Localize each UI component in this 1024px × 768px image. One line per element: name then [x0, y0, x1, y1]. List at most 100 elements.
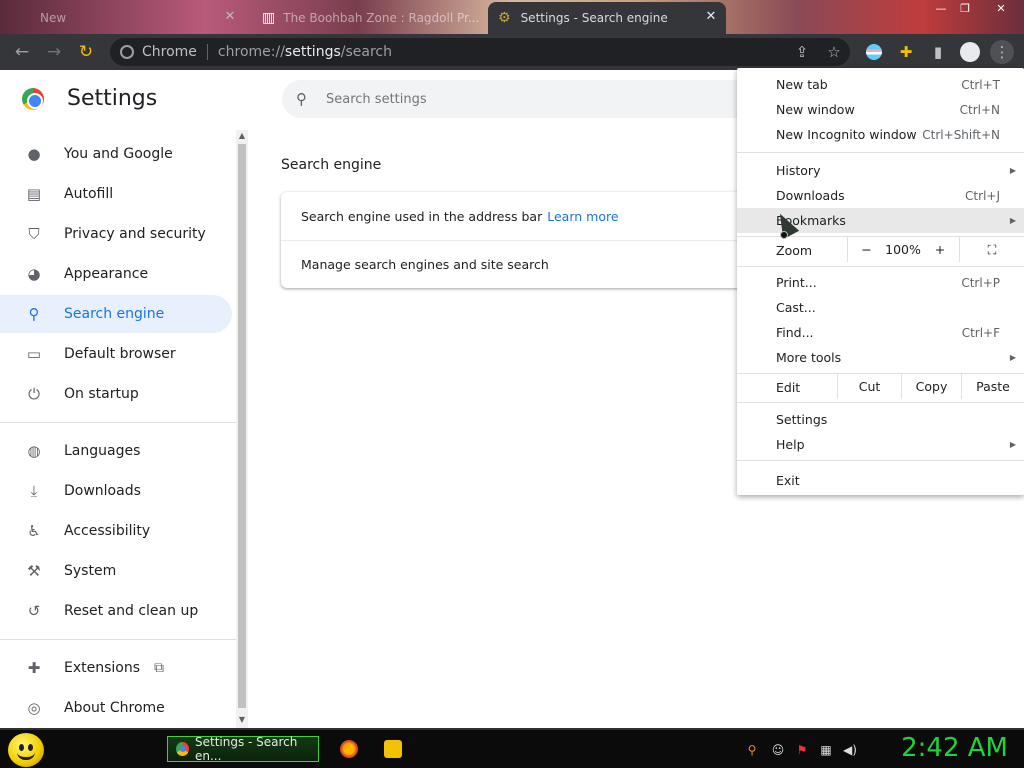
chevron-right-icon: ▶	[1009, 353, 1016, 362]
close-icon[interactable]: ✕	[704, 10, 718, 24]
sidebar-item-downloads[interactable]: ⤓ Downloads	[0, 472, 232, 510]
address-bar[interactable]: Chrome chrome://settings/search	[110, 38, 850, 66]
section-title: Search engine	[281, 157, 382, 173]
sidebar-item-label: Languages	[64, 443, 141, 459]
download-icon: ⤓	[30, 482, 38, 500]
sidebar-item-extensions[interactable]: ✚ Extensions ⧉	[0, 649, 232, 687]
chevron-right-icon: ▶	[1009, 216, 1016, 225]
page-title: Settings	[67, 86, 158, 111]
share-icon[interactable]: ⇪	[790, 40, 814, 64]
tab-strip: New ✕ ▥ The Boohbah Zone : Ragdoll Pr...…	[0, 0, 1024, 34]
search-engine-address-bar-row[interactable]: Search engine used in the address bar Le…	[281, 192, 751, 240]
menu-item-cast[interactable]: Cast...	[737, 295, 1024, 320]
zoom-in-button[interactable]: +	[921, 237, 959, 262]
tab-title: Settings - Search engine	[520, 11, 668, 25]
sidebar-item-autofill[interactable]: ▤ Autofill	[0, 175, 232, 213]
zoom-out-button[interactable]: −	[847, 237, 885, 262]
menu-item-new-incognito[interactable]: New Incognito window Ctrl+Shift+N	[737, 122, 1024, 147]
menu-item-exit[interactable]: Exit	[737, 468, 1024, 493]
flag-icon[interactable]: ⚑	[794, 742, 810, 758]
sidebar-item-languages[interactable]: ◍ Languages	[0, 432, 232, 470]
chrome-icon: ◎	[27, 699, 41, 717]
tab-title: The Boohbah Zone : Ragdoll Pr...	[283, 11, 480, 25]
back-arrow-icon[interactable]: ←	[10, 40, 34, 64]
sidebar-item-privacy[interactable]: ⛉ Privacy and security	[0, 215, 232, 253]
edit-label: Edit	[776, 380, 801, 395]
learn-more-link[interactable]: Learn more	[547, 209, 618, 224]
chevron-right-icon: ▶	[1009, 440, 1016, 449]
extensions-puzzle-icon[interactable]: ✚	[894, 40, 918, 64]
menu-item-new-tab[interactable]: New tab Ctrl+T	[737, 72, 1024, 97]
clipboard-icon: ▤	[26, 185, 42, 203]
menu-item-downloads[interactable]: Downloads Ctrl+J	[737, 183, 1024, 208]
firefox-icon[interactable]	[340, 740, 358, 758]
more-menu-icon[interactable]: ⋮	[990, 40, 1014, 64]
manage-search-engines-row[interactable]: Manage search engines and site search	[281, 240, 751, 288]
sidebar-divider	[0, 422, 236, 423]
tab-settings-search-engine[interactable]: ⚙ Settings - Search engine ✕	[488, 2, 726, 34]
start-smiley-icon[interactable]	[8, 733, 44, 767]
tab-boohbah-zone[interactable]: ▥ The Boohbah Zone : Ragdoll Pr...	[252, 2, 484, 34]
volume-icon[interactable]: ◀)	[842, 742, 858, 758]
menu-item-more-tools[interactable]: More tools ▶	[737, 345, 1024, 370]
sidebar-item-system[interactable]: ⚒ System	[0, 552, 232, 590]
menu-item-new-window[interactable]: New window Ctrl+N	[737, 97, 1024, 122]
sidebar-item-label: Appearance	[64, 266, 149, 282]
sidebar-item-label: Extensions	[64, 660, 141, 676]
taskbar-chrome-window[interactable]: Settings - Search en...	[167, 735, 319, 763]
sidebar-item-label: System	[64, 563, 117, 579]
url-text: chrome://settings/search	[217, 44, 392, 60]
clock: 2:42 AM	[901, 733, 1008, 763]
sidebar-item-default-browser[interactable]: ▭ Default browser	[0, 335, 232, 373]
network-icon[interactable]: ▦	[818, 742, 834, 758]
sidebar-item-on-startup[interactable]: ⏻ On startup	[0, 375, 232, 413]
forward-arrow-icon[interactable]: →	[42, 40, 66, 64]
tab-new[interactable]: New ✕	[30, 2, 245, 34]
smiley-tray-icon[interactable]: ☺	[770, 742, 786, 758]
paste-button[interactable]: Paste	[961, 374, 1024, 399]
sidebar-item-label: Autofill	[64, 186, 114, 202]
avatar[interactable]	[958, 40, 982, 64]
copy-button[interactable]: Copy	[901, 374, 961, 399]
side-panel-icon[interactable]: ▮	[926, 40, 950, 64]
menu-item-settings[interactable]: Settings	[737, 407, 1024, 432]
maximize-icon[interactable]: ❐	[954, 0, 976, 18]
shield-icon: ⛉	[28, 225, 40, 243]
minimize-icon[interactable]: —	[930, 0, 952, 18]
menu-zoom-row: Zoom − 100% + ⛶	[737, 237, 1024, 264]
folder-icon[interactable]	[384, 740, 402, 758]
menu-item-help[interactable]: Help ▶	[737, 432, 1024, 457]
sidebar-item-search-engine[interactable]: ⚲ Search engine	[0, 295, 232, 333]
menu-item-history[interactable]: History ▶	[737, 158, 1024, 183]
sidebar: ● You and Google ▤ Autofill ⛉ Privacy and s…	[0, 130, 236, 730]
scroll-down-arrow-icon[interactable]: ▼	[236, 714, 248, 726]
bookmark-star-icon[interactable]: ☆	[822, 40, 846, 64]
menu-item-find[interactable]: Find... Ctrl+F	[737, 320, 1024, 345]
scroll-up-arrow-icon[interactable]: ▲	[236, 130, 248, 142]
sidebar-item-label: Default browser	[64, 346, 176, 362]
palette-icon: ◕	[27, 265, 41, 283]
sidebar-item-reset[interactable]: ↺ Reset and clean up	[0, 592, 232, 630]
sidebar-item-accessibility[interactable]: ♿ Accessibility	[0, 512, 232, 550]
close-window-icon[interactable]: ✕	[990, 0, 1012, 18]
sidebar-item-label: Accessibility	[64, 523, 151, 539]
menu-divider	[737, 266, 1024, 267]
menu-item-print[interactable]: Print... Ctrl+P	[737, 270, 1024, 295]
sidebar-item-about-chrome[interactable]: ◎ About Chrome	[0, 689, 232, 727]
search-icon[interactable]: ⚲	[744, 742, 760, 758]
profile-flag-icon[interactable]	[862, 40, 886, 64]
menu-divider	[737, 152, 1024, 153]
site-label: Chrome	[142, 44, 197, 60]
menu-divider	[737, 460, 1024, 461]
close-icon[interactable]: ✕	[223, 10, 237, 24]
wrench-icon: ⚒	[27, 562, 41, 580]
sidebar-item-you-and-google[interactable]: ● You and Google	[0, 135, 232, 173]
fullscreen-icon[interactable]: ⛶	[959, 237, 1024, 262]
reload-icon[interactable]: ↻	[74, 40, 98, 64]
sidebar-item-appearance[interactable]: ◕ Appearance	[0, 255, 232, 293]
chrome-icon	[176, 742, 189, 756]
search-settings-box[interactable]: ⚲	[282, 80, 762, 118]
sidebar-scroll-thumb[interactable]	[238, 144, 246, 708]
search-input[interactable]	[326, 91, 706, 107]
cut-button[interactable]: Cut	[837, 374, 901, 399]
